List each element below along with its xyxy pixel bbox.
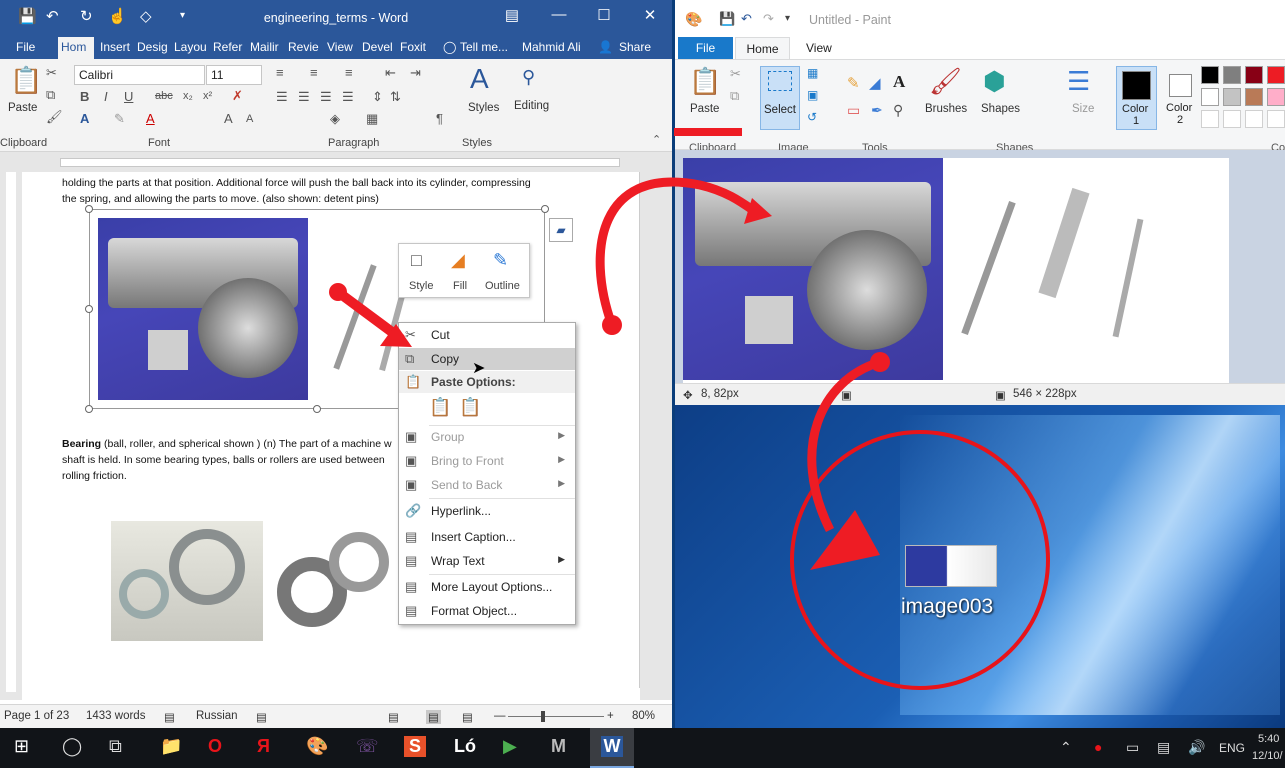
tray-network-icon[interactable]: ▤	[1157, 739, 1170, 756]
m-app-icon[interactable]: M	[551, 736, 566, 757]
tray-date[interactable]: 12/10/	[1252, 750, 1283, 762]
smartgit-icon[interactable]: S	[404, 736, 426, 757]
tray-time[interactable]: 5:40	[1258, 733, 1279, 745]
tray-battery-icon[interactable]: ▭	[1126, 739, 1139, 756]
taskbar: ⊞ ◯ ⧉ 📁 O Я 🎨 ☏ S Ló ▶ M W ⌃ ● ▭ ▤ 🔊 ENG…	[0, 728, 1285, 768]
opera-icon[interactable]: O	[208, 736, 222, 757]
tray-language[interactable]: ENG	[1219, 741, 1245, 755]
tray-antivirus-icon[interactable]: ●	[1094, 739, 1102, 755]
start-button-icon[interactable]: ⊞	[14, 736, 29, 757]
tray-volume-icon[interactable]: 🔊	[1188, 739, 1205, 756]
annotation-arrows	[329, 128, 890, 570]
media-icon[interactable]: ▶	[503, 736, 517, 757]
lo-icon[interactable]: Ló	[454, 736, 476, 757]
paint-taskbar-icon[interactable]: 🎨	[306, 736, 328, 757]
word-taskbar-icon[interactable]: W	[601, 736, 623, 757]
file-explorer-icon[interactable]: 📁	[160, 736, 182, 757]
viber-icon[interactable]: ☏	[356, 736, 379, 757]
yandex-icon[interactable]: Я	[257, 736, 270, 757]
search-icon[interactable]: ◯	[62, 736, 82, 757]
tray-expand-icon[interactable]: ⌃	[1060, 739, 1072, 756]
task-view-icon[interactable]: ⧉	[109, 736, 122, 757]
